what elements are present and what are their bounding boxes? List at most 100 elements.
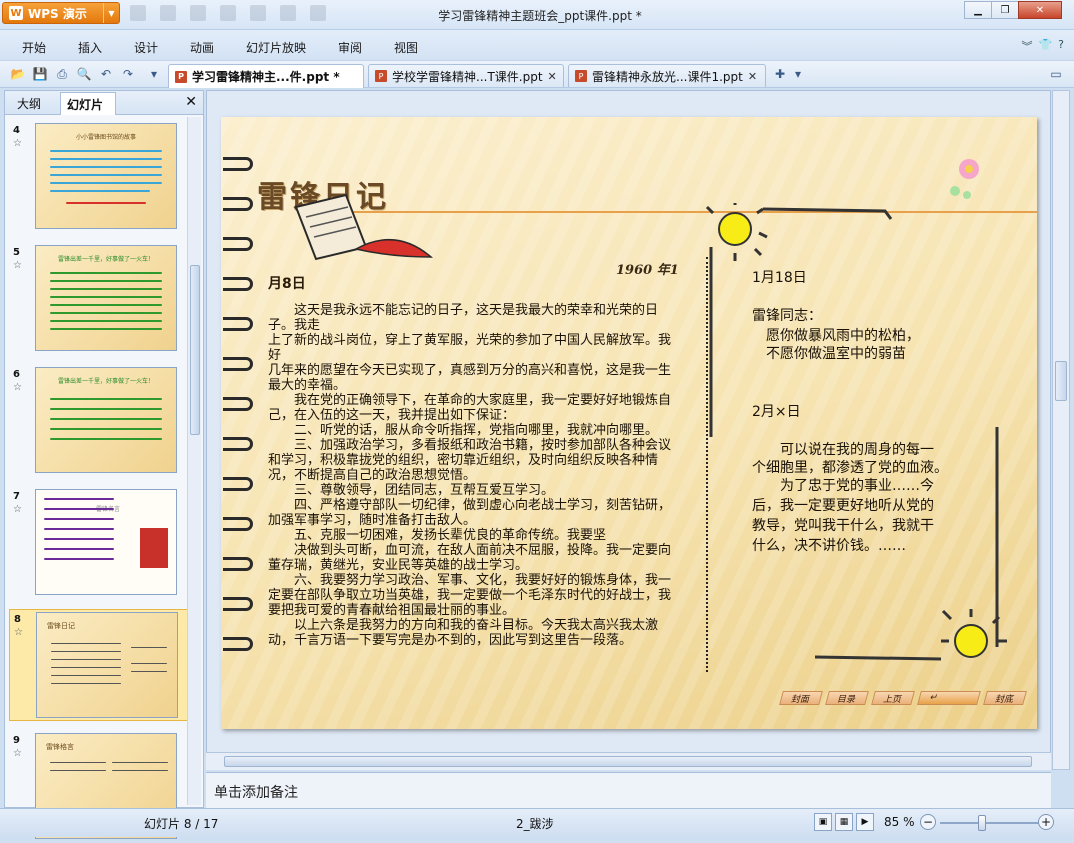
tab-layout-icon[interactable]: ▭ xyxy=(1048,66,1064,82)
right-paragraph-line[interactable]: 个细胞里，都渗透了党的血液。 xyxy=(752,459,948,477)
right-paragraph-line[interactable]: 教导，党叫我干什么，我就干 xyxy=(752,517,934,535)
menu-design[interactable]: 设计 xyxy=(134,39,158,56)
doc-tab-2[interactable]: P 学校学雷锋精神...T课件.ppt ✕ xyxy=(368,64,564,87)
menu-review[interactable]: 审阅 xyxy=(338,39,362,56)
right-greeting[interactable]: 雷锋同志： xyxy=(752,307,822,325)
thumb-title: 小小雷锋图书馆的故事 xyxy=(75,134,136,141)
normal-view-icon[interactable]: ▣ xyxy=(814,813,832,831)
right-date-1[interactable]: 1月18日 xyxy=(752,269,807,287)
open-icon[interactable]: 📂 xyxy=(10,66,26,82)
panel-scrollbar[interactable] xyxy=(187,117,201,805)
diary-paragraph: 五、克服一切困难，发扬长辈优良的革命传统。我要坚 xyxy=(268,528,607,543)
right-line-1[interactable]: 愿你做暴风雨中的松柏， xyxy=(752,327,920,345)
undo-icon[interactable]: ↶ xyxy=(98,66,114,82)
diary-paragraph: 三、尊敬领导，团结同志，互帮互爱互学习。 xyxy=(268,483,555,498)
entry-date[interactable]: 月8日 xyxy=(268,273,306,293)
menu-right-tools: ︾ 👕 ? xyxy=(1021,38,1064,54)
menu-start[interactable]: 开始 xyxy=(22,39,46,56)
help-icon[interactable]: ? xyxy=(1058,38,1064,54)
horizontal-scrollbar[interactable] xyxy=(206,752,1051,770)
right-paragraph-line[interactable]: 什么，决不讲价钱。…… xyxy=(752,537,906,555)
thumbnail-slide-7[interactable]: 7 ☆ 雷锋名言 xyxy=(9,487,189,599)
slide-thumbnail: 雷锋出差一千里，好事做了一火车！ xyxy=(35,245,177,351)
print-preview-icon[interactable]: 🔍 xyxy=(76,66,92,82)
slide-number: 4 xyxy=(13,125,20,136)
menu-animation[interactable]: 动画 xyxy=(190,39,214,56)
panel-scroll-thumb[interactable] xyxy=(190,265,200,435)
diary-paragraph: 四、严格遵守部队一切纪律，做到虚心向老战士学习，刻苦钻研，加强军事学习，随时准备… xyxy=(268,498,672,528)
close-tab-icon[interactable]: ✕ xyxy=(748,70,757,83)
vertical-scrollbar[interactable] xyxy=(1052,90,1070,770)
menu-view[interactable]: 视图 xyxy=(394,39,418,56)
right-paragraph-line[interactable]: 后，我一定要更好地听从党的 xyxy=(752,497,934,515)
return-arrow-icon[interactable]: ↵ xyxy=(917,691,981,705)
tab-slides[interactable]: 幻灯片 xyxy=(60,92,116,115)
toolbar-more-icon[interactable]: ▾ xyxy=(146,66,162,82)
thumbnail-slide-6[interactable]: 6 ☆ 雷锋出差一千里，好事做了一火车！ xyxy=(9,365,189,477)
slide-thumbnail: 小小雷锋图书馆的故事 xyxy=(35,123,177,229)
zoom-out-icon[interactable]: − xyxy=(920,814,936,830)
notes-placeholder[interactable]: 单击添加备注 xyxy=(214,782,298,802)
diary-paragraph: 我在党的正确领导下，在革命的大家庭里，我一定要好好地锻炼自己，在入伍的这一天，我… xyxy=(268,393,672,423)
toolbar: 📂 💾 ⎙ 🔍 ↶ ↷ ▾ P 学习雷锋精神主...件.ppt * P 学校学雷… xyxy=(0,60,1074,88)
vertical-scroll-thumb[interactable] xyxy=(1055,361,1067,401)
right-paragraph-line[interactable]: 可以说在我的周身的每一 xyxy=(752,441,934,459)
thumbnail-slide-8[interactable]: 8 ☆ 雷锋日记 xyxy=(9,609,189,721)
animation-star-icon: ☆ xyxy=(14,627,23,638)
zoom-slider-handle[interactable] xyxy=(978,815,986,831)
redo-icon[interactable]: ↷ xyxy=(120,66,136,82)
tab-list-icon[interactable]: ▾ xyxy=(790,66,806,82)
animation-star-icon: ☆ xyxy=(13,382,22,393)
right-date-2[interactable]: 2月×日 xyxy=(752,403,801,421)
menu-insert[interactable]: 插入 xyxy=(78,39,102,56)
sorter-view-icon[interactable]: ▦ xyxy=(835,813,853,831)
slide-panel: 大纲 幻灯片 ✕ 4 ☆ 小小雷锋图书馆的故事 5 ☆ 雷锋出差一千里，好事做了一火… xyxy=(4,90,204,839)
flower-decoration-icon xyxy=(950,159,979,199)
menu-bar: 开始 插入 设计 动画 幻灯片放映 审阅 视图 ︾ 👕 ? xyxy=(0,30,1074,60)
year-label[interactable]: 1960 年1 xyxy=(616,259,679,278)
dotted-divider xyxy=(706,257,708,672)
menu-slideshow[interactable]: 幻灯片放映 xyxy=(246,39,306,56)
slide-nav: 封面 目录 上页 ↵ 封底 xyxy=(779,691,1027,705)
diary-body[interactable]: 这天是我永远不能忘记的日子，这天是我最大的荣幸和光荣的日子。我走 上了新的战斗岗… xyxy=(268,303,678,648)
wps-logo-icon: W xyxy=(9,6,23,20)
diary-paragraph: 决做到头可断，血可流，在敌人面前决不屈服，投降。我一定要向董存瑞，黄继光，安业民… xyxy=(268,543,672,573)
print-icon[interactable]: ⎙ xyxy=(54,66,70,82)
maximize-button[interactable]: ❐ xyxy=(991,1,1019,19)
thumb-title: 雷锋格言 xyxy=(46,743,74,751)
horizontal-scroll-thumb[interactable] xyxy=(224,756,1032,767)
animation-star-icon: ☆ xyxy=(13,138,22,149)
zoom-in-icon[interactable]: + xyxy=(1038,814,1054,830)
notes-pane[interactable]: 单击添加备注 xyxy=(206,772,1051,808)
portrait-image xyxy=(140,528,168,568)
doc-tab-3[interactable]: P 雷锋精神永放光...课件1.ppt ✕ xyxy=(568,64,766,87)
app-menu-button[interactable]: W WPS 演示 ▼ xyxy=(2,2,120,24)
skin-icon[interactable]: 👕 xyxy=(1038,38,1052,54)
status-bar: 幻灯片 8 / 17 2_跋涉 ▣ ▦ ▶ 85 % − + xyxy=(0,808,1074,837)
close-button[interactable]: ✕ xyxy=(1018,1,1062,19)
close-panel-icon[interactable]: ✕ xyxy=(185,94,197,110)
tab-outline[interactable]: 大纲 xyxy=(17,95,41,112)
thumbnail-slide-4[interactable]: 4 ☆ 小小雷锋图书馆的故事 xyxy=(9,121,189,233)
nav-prev-button[interactable]: 上页 xyxy=(871,691,915,705)
nav-end-button[interactable]: 封底 xyxy=(983,691,1027,705)
right-paragraph-line[interactable]: 为了忠于党的事业……今 xyxy=(752,477,934,495)
thumbnail-slide-5[interactable]: 5 ☆ 雷锋出差一千里，好事做了一火车！ xyxy=(9,243,189,355)
new-tab-icon[interactable]: ✚ xyxy=(772,66,788,82)
right-line-2[interactable]: 不愿你做温室中的弱苗 xyxy=(752,345,906,363)
doc-tab-1[interactable]: P 学习雷锋精神主...件.ppt * xyxy=(168,64,364,88)
slide-thumbnail: 雷锋出差一千里，好事做了一火车！ xyxy=(35,367,177,473)
close-tab-icon[interactable]: ✕ xyxy=(548,70,557,83)
collapse-ribbon-icon[interactable]: ︾ xyxy=(1021,38,1032,54)
nav-cover-button[interactable]: 封面 xyxy=(779,691,823,705)
zoom-slider-track[interactable] xyxy=(940,822,1040,824)
slide-number: 9 xyxy=(13,735,20,746)
ppt-file-icon: P xyxy=(575,70,587,82)
save-icon[interactable]: 💾 xyxy=(32,66,48,82)
animation-star-icon: ☆ xyxy=(13,748,22,759)
nav-toc-button[interactable]: 目录 xyxy=(825,691,869,705)
slideshow-view-icon[interactable]: ▶ xyxy=(856,813,874,831)
minimize-button[interactable]: ▁ xyxy=(964,1,992,19)
current-slide[interactable]: 雷锋日记 1960 年1 月8日 这天是我永远不能忘记的日子，这天是我最大的荣幸… xyxy=(221,117,1037,729)
window-controls: ▁ ❐ ✕ xyxy=(964,1,1062,21)
